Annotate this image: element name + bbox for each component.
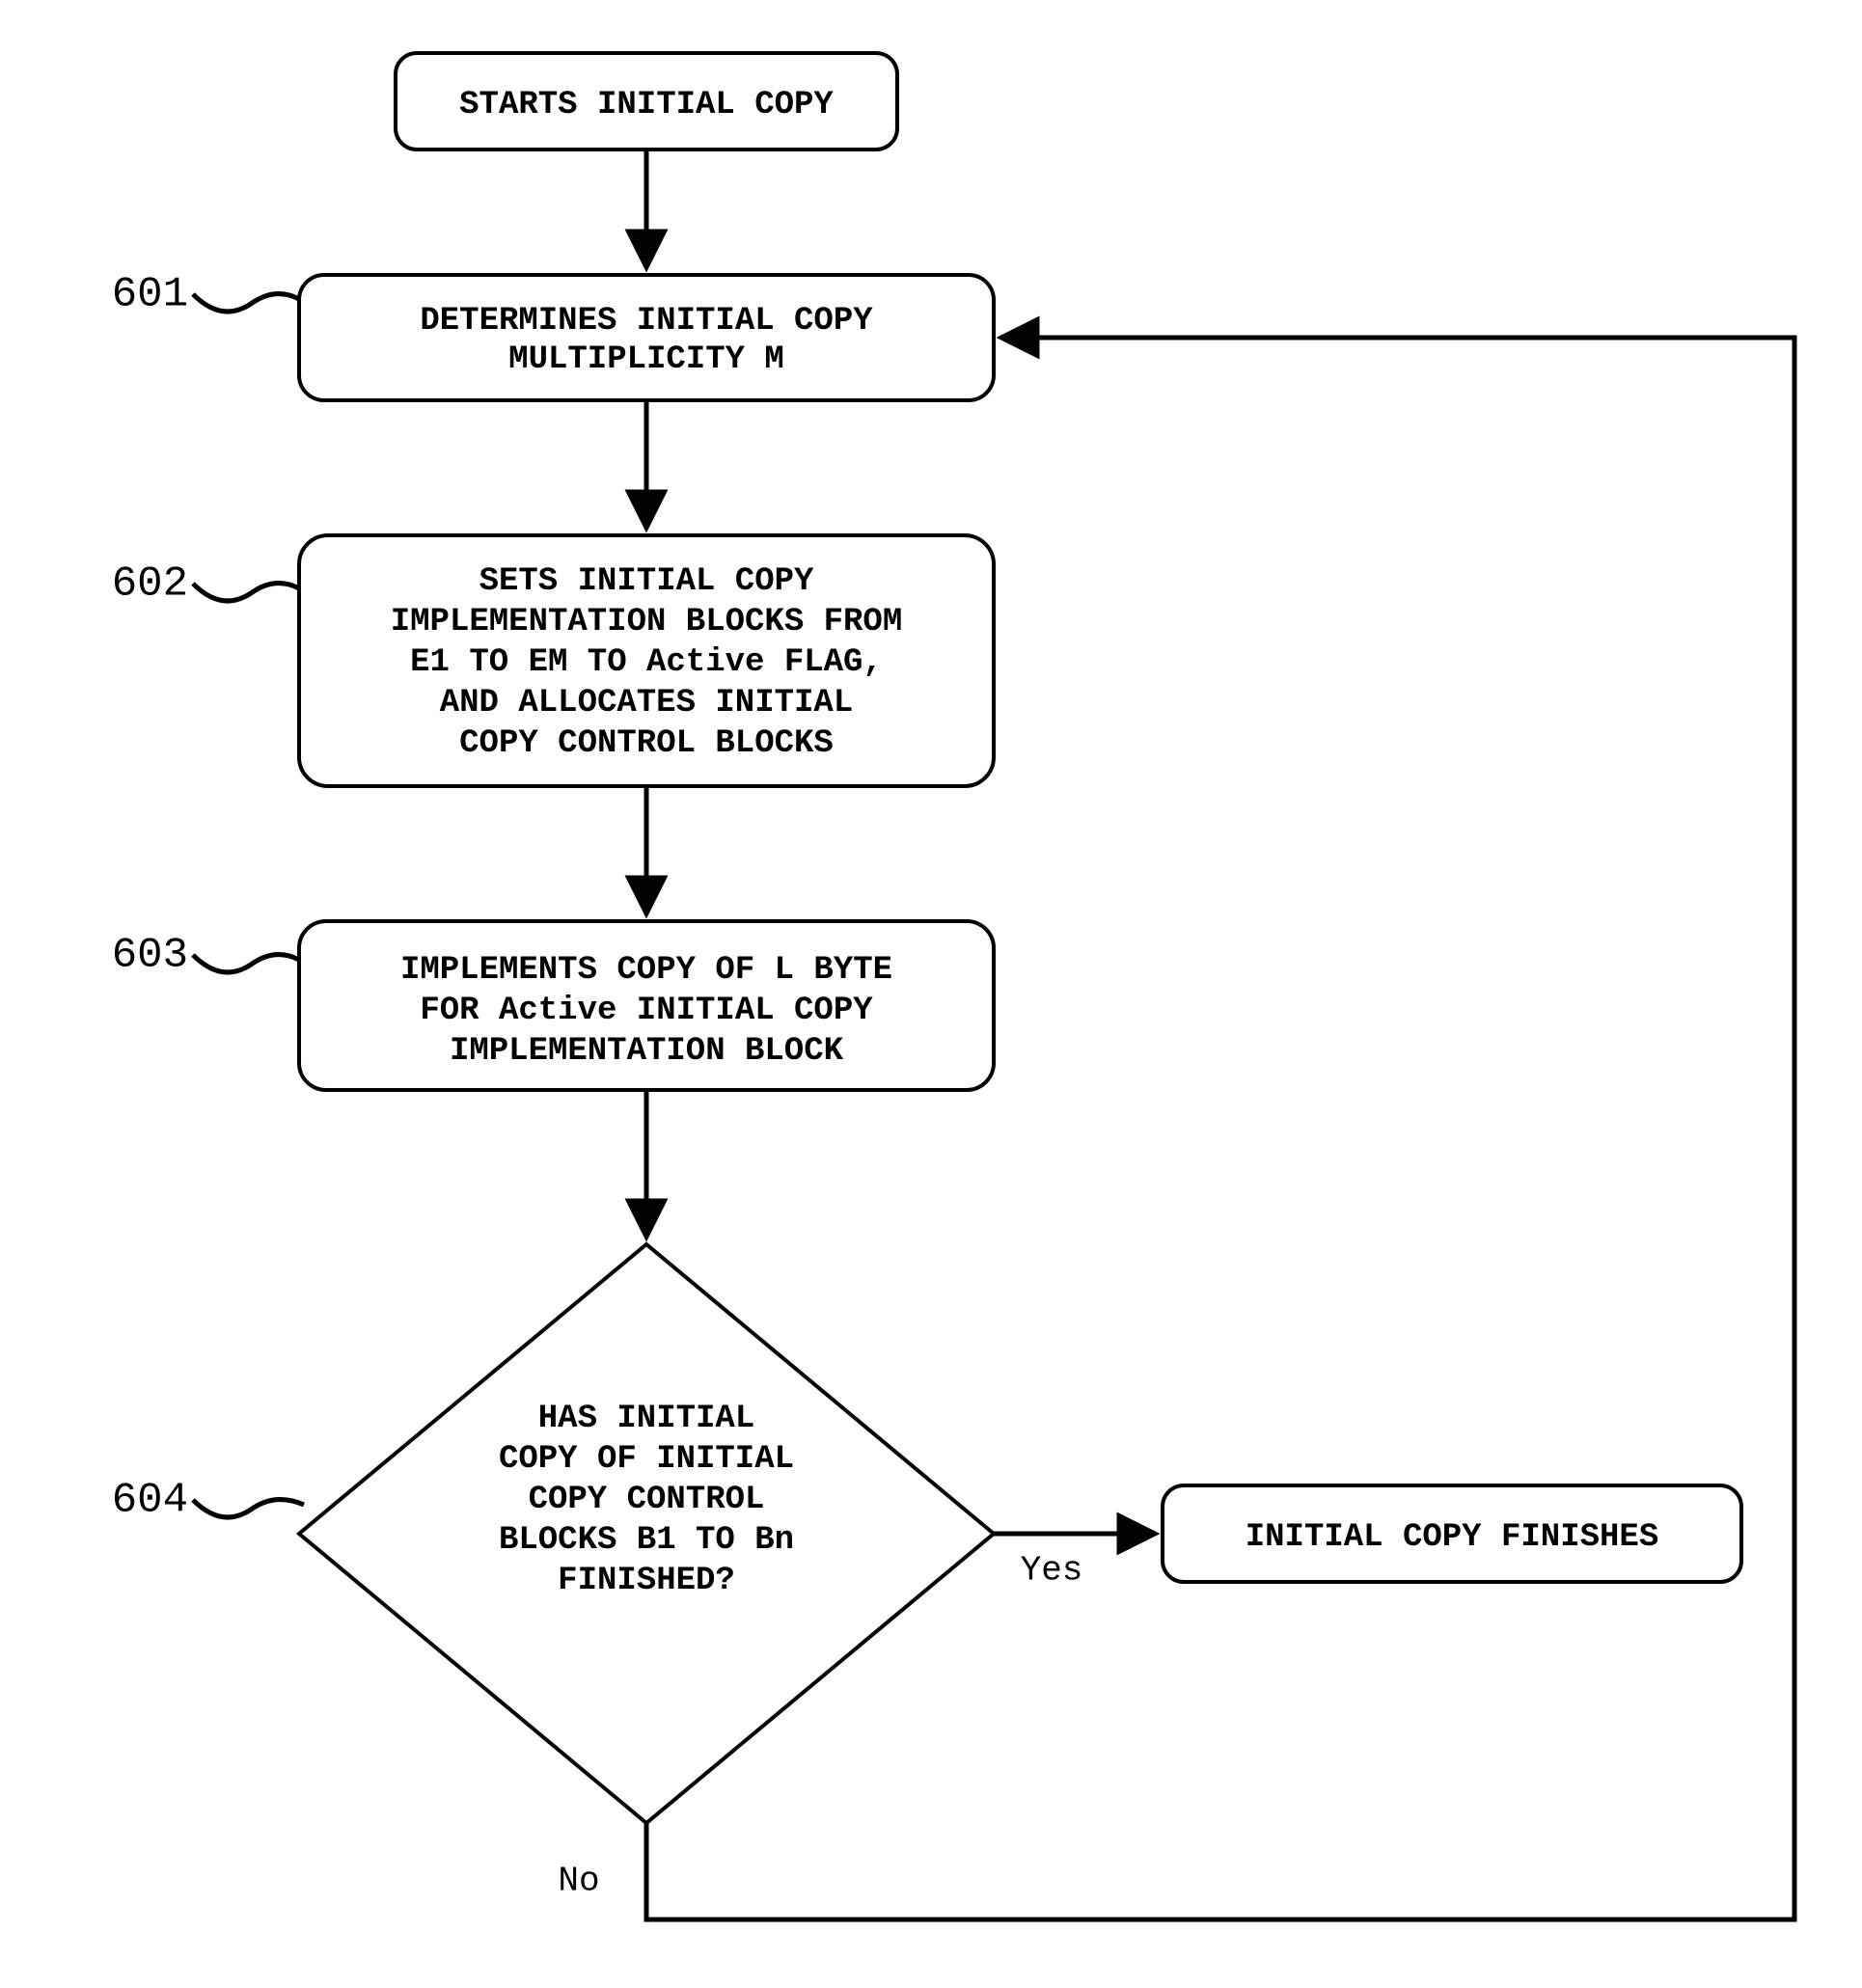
node-604: HAS INITIAL COPY OF INITIAL COPY CONTROL… (299, 1244, 994, 1823)
node-601: DETERMINES INITIAL COPY MULTIPLICITY M (299, 275, 994, 400)
label-604: 604 (112, 1477, 188, 1525)
node-604-line2: COPY CONTROL (529, 1482, 765, 1518)
label-601: 601 (112, 271, 188, 319)
node-603-line1: FOR Active INITIAL COPY (420, 993, 873, 1029)
node-start-text: STARTS INITIAL COPY (459, 87, 834, 123)
node-602-line0: SETS INITIAL COPY (479, 563, 814, 600)
node-start: STARTS INITIAL COPY (396, 53, 897, 150)
node-finish: INITIAL COPY FINISHES (1163, 1485, 1741, 1582)
node-finish-text: INITIAL COPY FINISHES (1246, 1519, 1658, 1556)
node-601-line0: DETERMINES INITIAL COPY (420, 303, 873, 340)
node-602-line3: AND ALLOCATES INITIAL (440, 685, 853, 722)
flowchart: STARTS INITIAL COPY DETERMINES INITIAL C… (0, 0, 1862, 1988)
node-604-line1: COPY OF INITIAL (499, 1441, 794, 1478)
edge-no-label: No (558, 1862, 599, 1901)
node-604-line4: FINISHED? (558, 1563, 735, 1599)
node-604-line0: HAS INITIAL (538, 1401, 754, 1437)
label-602: 602 (112, 560, 188, 609)
leader-601 (193, 294, 299, 312)
node-602-line4: COPY CONTROL BLOCKS (459, 725, 834, 762)
node-603: IMPLEMENTS COPY OF L BYTE FOR Active INI… (299, 921, 994, 1090)
label-603: 603 (112, 932, 188, 980)
node-603-line2: IMPLEMENTATION BLOCK (450, 1033, 844, 1070)
leader-602 (193, 584, 299, 601)
node-604-line3: BLOCKS B1 TO Bn (499, 1522, 794, 1559)
node-602-line1: IMPLEMENTATION BLOCKS FROM (391, 604, 903, 640)
leader-604 (193, 1500, 304, 1517)
node-601-line1: MULTIPLICITY M (508, 341, 784, 378)
node-602-line2: E1 TO EM TO Active FLAG, (410, 644, 883, 681)
node-603-line0: IMPLEMENTS COPY OF L BYTE (400, 952, 892, 989)
edge-yes-label: Yes (1021, 1551, 1083, 1591)
node-602: SETS INITIAL COPY IMPLEMENTATION BLOCKS … (299, 535, 994, 786)
leader-603 (193, 955, 299, 972)
